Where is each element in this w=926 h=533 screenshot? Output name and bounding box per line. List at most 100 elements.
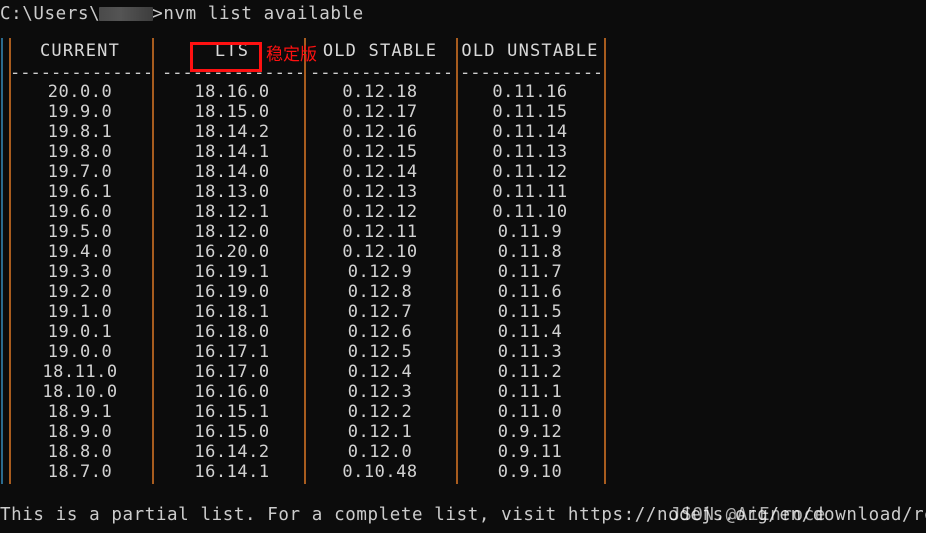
column-separator-3 [456, 38, 458, 484]
table-cell: 0.12.18 [342, 82, 418, 102]
column-current: CURRENT -------------- 20.0.0 19.9.0 19.… [10, 38, 150, 482]
table-cell: 0.11.8 [497, 242, 563, 262]
table-cell: 19.0.1 [47, 322, 113, 342]
column-header-old-unstable: OLD UNSTABLE [461, 41, 599, 61]
stable-version-annotation: 稳定版 [266, 45, 317, 65]
table-cell: 18.12.0 [194, 222, 270, 242]
table-cell: 19.6.1 [47, 182, 113, 202]
table-cell: 18.16.0 [194, 82, 270, 102]
table-cell: 0.11.16 [492, 82, 568, 102]
command-text: nvm list available [163, 4, 364, 24]
table-cell: 0.11.10 [492, 202, 568, 222]
table-cell: 0.9.11 [497, 442, 563, 462]
table-cell: 18.15.0 [194, 102, 270, 122]
table-cell: 18.13.0 [194, 182, 270, 202]
prompt-caret: > [152, 4, 164, 24]
table-cell: 0.12.9 [347, 262, 413, 282]
table-cell: 18.7.0 [47, 462, 113, 482]
column-rule-current: -------------- [10, 64, 150, 82]
version-table: CURRENT -------------- 20.0.0 19.9.0 19.… [0, 38, 620, 490]
column-rule-old-unstable: -------------- [460, 64, 600, 82]
table-cell: 19.5.0 [47, 222, 113, 242]
table-cell: 0.11.3 [497, 342, 563, 362]
table-cell: 16.18.1 [194, 302, 270, 322]
table-cell: 19.6.0 [47, 202, 113, 222]
table-cell: 16.15.0 [194, 422, 270, 442]
table-cell: 18.12.1 [194, 202, 270, 222]
table-cell: 16.17.0 [194, 362, 270, 382]
table-cell: 18.11.0 [42, 362, 118, 382]
table-cell: 18.9.0 [47, 422, 113, 442]
column-old-stable: OLD STABLE -------------- 0.12.18 0.12.1… [310, 38, 450, 482]
table-cell: 0.12.14 [342, 162, 418, 182]
table-cell: 0.11.6 [497, 282, 563, 302]
table-cell: 0.11.13 [492, 142, 568, 162]
table-cell: 16.20.0 [194, 242, 270, 262]
table-cell: 0.12.0 [347, 442, 413, 462]
table-cell: 16.19.1 [194, 262, 270, 282]
table-left-edge [1, 38, 3, 484]
redacted-username [99, 7, 154, 21]
footer-watermark-overlay: JSON.@AiEnroce [670, 505, 826, 525]
column-header-current: CURRENT [39, 41, 121, 61]
table-cell: 0.11.9 [497, 222, 563, 242]
table-cell: 0.11.11 [492, 182, 568, 202]
table-cell: 0.11.12 [492, 162, 568, 182]
table-cell: 18.14.1 [194, 142, 270, 162]
table-cell: 18.8.0 [47, 442, 113, 462]
table-cell: 19.1.0 [47, 302, 113, 322]
table-cell: 19.8.1 [47, 122, 113, 142]
table-cell: 0.11.7 [497, 262, 563, 282]
table-cell: 0.12.17 [342, 102, 418, 122]
table-cell: 0.10.48 [342, 462, 418, 482]
table-cell: 0.11.14 [492, 122, 568, 142]
table-cell: 0.12.3 [347, 382, 413, 402]
table-cell: 19.9.0 [47, 102, 113, 122]
table-cell: 20.0.0 [47, 82, 113, 102]
table-cell: 16.15.1 [194, 402, 270, 422]
table-cell: 16.17.1 [194, 342, 270, 362]
column-rule-old-stable: -------------- [310, 64, 450, 82]
table-cell: 0.12.16 [342, 122, 418, 142]
table-cell: 0.12.5 [347, 342, 413, 362]
table-cell: 0.11.5 [497, 302, 563, 322]
table-cell: 0.9.12 [497, 422, 563, 442]
table-cell: 0.12.6 [347, 322, 413, 342]
table-cell: 18.14.0 [194, 162, 270, 182]
table-cell: 0.12.12 [342, 202, 418, 222]
table-cell: 0.12.8 [347, 282, 413, 302]
table-cell: 19.7.0 [47, 162, 113, 182]
prompt-path: C:\Users\ [0, 4, 101, 24]
table-cell: 19.8.0 [47, 142, 113, 162]
table-cell: 0.11.0 [497, 402, 563, 422]
table-cell: 16.16.0 [194, 382, 270, 402]
table-cell: 0.11.1 [497, 382, 563, 402]
table-cell: 0.12.10 [342, 242, 418, 262]
table-cell: 0.11.2 [497, 362, 563, 382]
table-cell: 0.11.15 [492, 102, 568, 122]
column-header-old-stable: OLD STABLE [322, 41, 438, 61]
table-cell: 0.12.4 [347, 362, 413, 382]
table-cell: 19.0.0 [47, 342, 113, 362]
table-cell: 0.12.2 [347, 402, 413, 422]
table-cell: 0.11.4 [497, 322, 563, 342]
table-cell: 0.9.10 [497, 462, 563, 482]
table-cell: 19.4.0 [47, 242, 113, 262]
column-separator-1 [152, 38, 154, 484]
table-cell: 0.12.1 [347, 422, 413, 442]
table-cell: 19.2.0 [47, 282, 113, 302]
table-cell: 19.3.0 [47, 262, 113, 282]
table-border-right [604, 38, 606, 484]
table-cell: 0.12.13 [342, 182, 418, 202]
table-cell: 0.12.15 [342, 142, 418, 162]
column-lts: LTS -------------- 18.16.0 18.15.0 18.14… [162, 38, 302, 482]
table-cell: 18.10.0 [42, 382, 118, 402]
table-cell: 16.14.1 [194, 462, 270, 482]
table-cell: 0.12.7 [347, 302, 413, 322]
table-cell: 16.19.0 [194, 282, 270, 302]
table-cell: 18.14.2 [194, 122, 270, 142]
command-prompt-line: C:\Users\ >nvm list available [0, 3, 364, 25]
column-separator-2 [304, 38, 306, 484]
terminal-window: C:\Users\ >nvm list available CURRENT ---… [0, 0, 926, 533]
table-cell: 16.18.0 [194, 322, 270, 342]
